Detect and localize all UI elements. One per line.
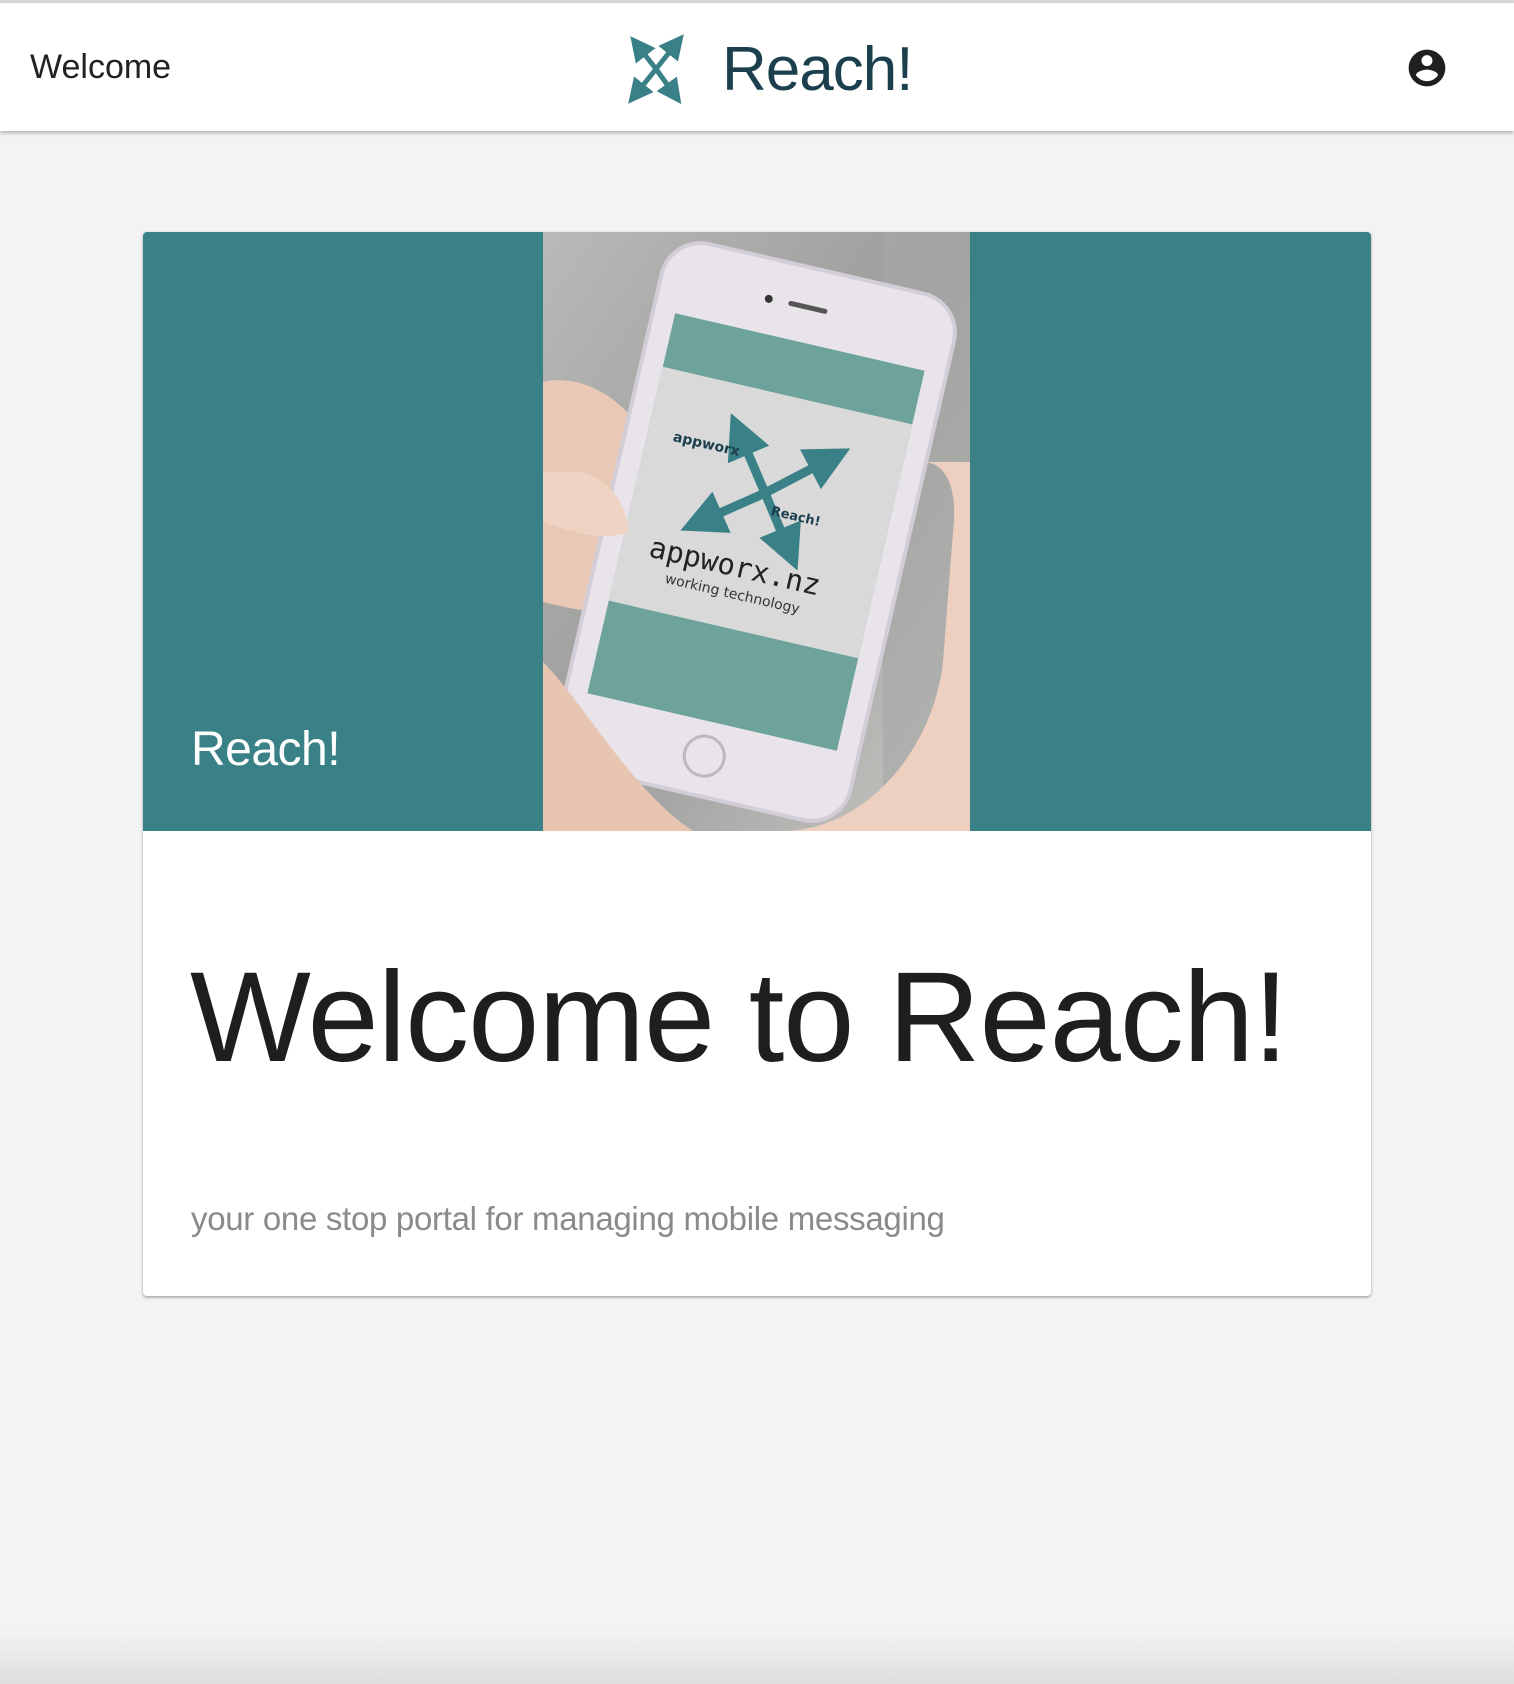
app-header: Welcome Reach!	[0, 3, 1514, 131]
phone-in-hand-image: appworx Reach! appworx.nz working techno…	[543, 232, 970, 831]
page-title: Welcome	[30, 48, 172, 86]
brand[interactable]: Reach!	[626, 31, 913, 107]
card-subtitle: your one stop portal for managing mobile…	[191, 1200, 945, 1237]
bottom-scroll-shadow	[0, 1630, 1514, 1684]
card-media-banner: appworx Reach! appworx.nz working techno…	[143, 232, 1371, 831]
account-circle-icon	[1408, 49, 1446, 87]
reach-arrows-logo-icon	[628, 34, 684, 104]
phone-photo: appworx Reach! appworx.nz working techno…	[543, 232, 970, 831]
welcome-card: appworx Reach! appworx.nz working techno…	[143, 232, 1371, 1296]
account-button[interactable]	[1405, 46, 1449, 90]
card-media-title: Reach!	[191, 723, 341, 776]
card-heading: Welcome to Reach!	[190, 946, 1289, 1089]
brand-name: Reach!	[722, 34, 913, 104]
